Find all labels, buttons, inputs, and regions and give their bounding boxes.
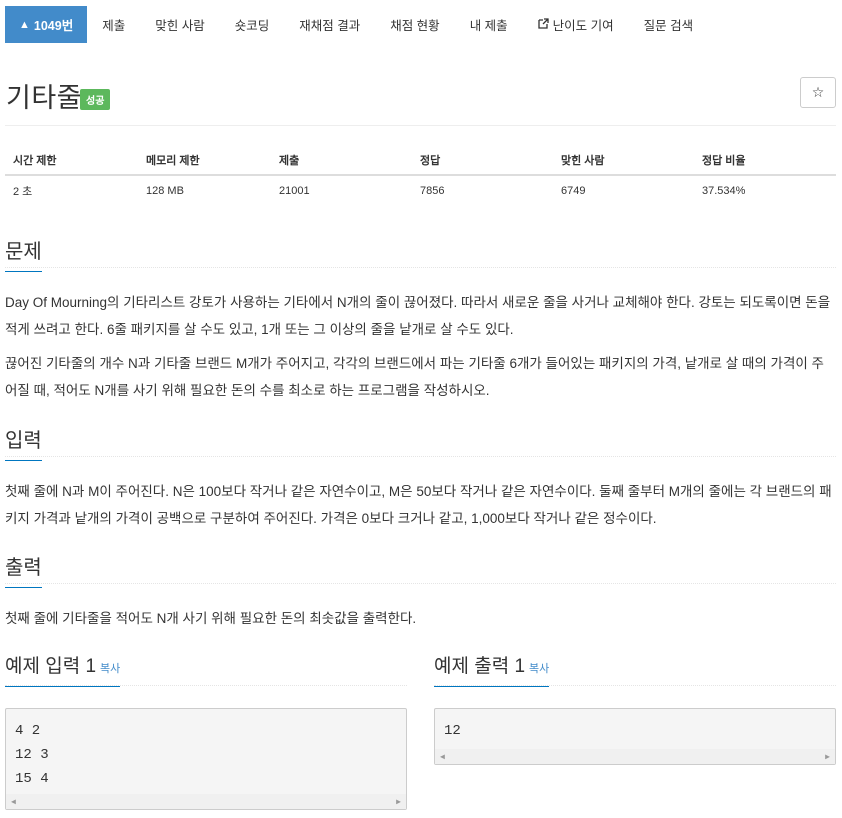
example-input-title: 예제 입력 1 복사 — [5, 651, 121, 687]
scroll-left-icon: ◀ — [440, 753, 445, 762]
favorite-button[interactable]: ☆ — [800, 77, 836, 108]
star-icon: ☆ — [811, 84, 825, 100]
solved-users-value: 6749 — [561, 185, 586, 197]
submissions-value: 21001 — [279, 185, 310, 197]
problem-title-row: 기타줄 성공 ☆ — [5, 74, 836, 126]
accepted-value: 7856 — [420, 185, 445, 197]
input-title: 입력 — [5, 424, 42, 461]
tab-problem-label: 1049번 — [33, 19, 74, 33]
example-output-code: 12 — [444, 723, 461, 739]
table-header-row: 시간 제한 메모리 제한 제출 정답 맞힌 사람 정답 비율 — [5, 146, 836, 176]
problem-title: 기타줄 — [6, 83, 83, 113]
table-row: 2 초 128 MB 21001 7856 6749 37.534% — [5, 175, 836, 206]
description-title: 문제 — [5, 235, 42, 272]
tab-difficulty-contribution[interactable]: 난이도 기여 — [523, 6, 629, 43]
tab-status[interactable]: 채점 현황 — [375, 6, 454, 43]
tab-submit[interactable]: 제출 — [87, 6, 140, 43]
output-header: 출력 — [5, 551, 836, 588]
problem-nav: ▲ 1049번 제출 맞힌 사람 숏코딩 재채점 결과 채점 현황 내 제출 난… — [5, 6, 837, 43]
description-header: 문제 — [5, 235, 836, 272]
copy-input-button[interactable]: 복사 — [100, 663, 120, 675]
description-paragraph-2: 끊어진 기타줄의 개수 N과 기타줄 브랜드 M개가 주어지고, 각각의 브랜드… — [5, 356, 824, 398]
tab-my-submissions[interactable]: 내 제출 — [455, 6, 523, 43]
copy-output-button[interactable]: 복사 — [529, 663, 549, 675]
header-memory-limit: 메모리 제한 — [138, 146, 271, 176]
example-input-header: 예제 입력 1 복사 — [5, 651, 407, 687]
header-solved-users: 맞힌 사람 — [553, 146, 694, 176]
header-accepted: 정답 — [412, 146, 553, 176]
tab-short-coding[interactable]: 숏코딩 — [220, 6, 285, 43]
tab-rejudge-results[interactable]: 재채점 결과 — [284, 6, 375, 43]
problem-info-table: 시간 제한 메모리 제한 제출 정답 맞힌 사람 정답 비율 2 초 128 M… — [5, 146, 836, 206]
problem-icon: ▲ — [19, 18, 30, 31]
tab-problem[interactable]: ▲ 1049번 — [5, 6, 88, 43]
memory-limit-value: 128 MB — [146, 185, 184, 197]
status-badge: 성공 — [80, 89, 111, 110]
tab-difficulty-label: 난이도 기여 — [552, 19, 614, 33]
accept-ratio-value: 37.534% — [702, 185, 746, 197]
output-paragraph: 첫째 줄에 기타줄을 적어도 N개 사기 위해 필요한 돈의 최솟값을 출력한다… — [5, 611, 417, 626]
input-header: 입력 — [5, 424, 836, 461]
input-paragraph: 첫째 줄에 N과 M이 주어진다. N은 100보다 작거나 같은 자연수이고,… — [5, 484, 832, 526]
header-time-limit: 시간 제한 — [5, 146, 138, 176]
example-input-title-text: 예제 입력 1 — [5, 656, 97, 677]
example-output-title-text: 예제 출력 1 — [434, 656, 526, 677]
scroll-right-icon: ▶ — [825, 753, 830, 762]
description-paragraph-1: Day Of Mourning의 기타리스트 강토가 사용하는 기타에서 N개의… — [5, 295, 831, 337]
example-input-scrollbar[interactable]: ◀ ▶ — [6, 794, 406, 809]
example-output-title: 예제 출력 1 복사 — [434, 651, 550, 687]
tab-solved-users[interactable]: 맞힌 사람 — [140, 6, 219, 43]
example-output-header: 예제 출력 1 복사 — [434, 651, 836, 687]
header-accept-ratio: 정답 비율 — [694, 146, 836, 176]
header-submissions: 제출 — [271, 146, 412, 176]
time-limit-value: 2 초 — [13, 186, 33, 198]
output-title: 출력 — [5, 551, 42, 588]
example-output-scrollbar[interactable]: ◀ ▶ — [435, 749, 835, 764]
example-output-box: 12 ◀ ▶ — [434, 708, 836, 765]
scroll-right-icon: ▶ — [396, 798, 401, 807]
example-input-code: 4 2 12 3 15 4 — [15, 723, 49, 787]
scroll-left-icon: ◀ — [11, 798, 16, 807]
example-input-box: 4 2 12 3 15 4 ◀ ▶ — [5, 708, 407, 810]
external-link-icon — [538, 17, 549, 32]
tab-question-search[interactable]: 질문 검색 — [629, 6, 708, 43]
